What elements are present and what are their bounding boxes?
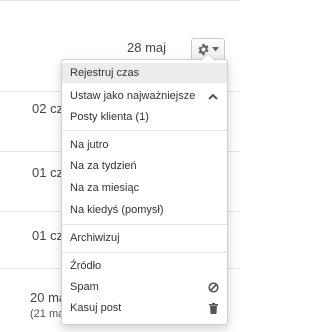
menu-item-client-posts[interactable]: Posty klienta (1) xyxy=(62,107,227,127)
post-date: 01 cz xyxy=(32,165,64,180)
chevron-up-icon xyxy=(207,90,219,102)
row-divider xyxy=(0,0,240,1)
menu-item-next-month[interactable]: Na za miesiąc xyxy=(62,178,227,198)
menu-item-label: Archiwizuj xyxy=(70,232,120,244)
post-date: 01 cz xyxy=(32,228,64,243)
menu-item-label: Posty klienta (1) xyxy=(70,111,149,123)
menu-item-register-time[interactable]: Rejestruj czas xyxy=(62,63,227,83)
post-list: 28 maj 02 cz 01 cz 01 cz 20 ma (21 ma Re… xyxy=(0,0,240,332)
menu-divider xyxy=(62,252,227,253)
ban-icon xyxy=(207,281,219,293)
menu-item-set-important[interactable]: Ustaw jako najważniejsze xyxy=(62,86,227,106)
caret-down-icon xyxy=(212,47,219,52)
menu-item-label: Na za tydzień xyxy=(70,160,137,172)
menu-item-label: Kasuj post xyxy=(70,302,122,314)
post-date: 28 maj xyxy=(127,40,167,55)
post-actions-menu: Rejestruj czas Ustaw jako najważniejsze … xyxy=(61,53,228,325)
post-date: 02 cz xyxy=(32,101,64,116)
post-subdate: (21 ma xyxy=(30,308,65,320)
menu-item-label: Na kiedyś (pomysł) xyxy=(70,204,164,216)
menu-item-label: Spam xyxy=(70,281,99,293)
menu-divider xyxy=(62,130,227,131)
menu-item-label: Ustaw jako najważniejsze xyxy=(70,90,196,102)
menu-item-next-week[interactable]: Na za tydzień xyxy=(62,156,227,176)
menu-item-label: Na za miesiąc xyxy=(70,182,140,194)
trash-icon xyxy=(207,302,219,314)
menu-item-label: Na jutro xyxy=(70,139,109,151)
menu-item-source[interactable]: Źródło xyxy=(62,256,227,276)
menu-divider xyxy=(62,224,227,225)
menu-pointer xyxy=(201,53,215,60)
menu-item-tomorrow[interactable]: Na jutro xyxy=(62,135,227,155)
menu-item-label: Źródło xyxy=(70,260,102,272)
menu-item-archive[interactable]: Archiwizuj xyxy=(62,228,227,248)
menu-item-label: Rejestruj czas xyxy=(70,67,140,79)
menu-item-someday[interactable]: Na kiedyś (pomysł) xyxy=(62,200,227,220)
menu-item-delete-post[interactable]: Kasuj post xyxy=(62,298,227,318)
menu-item-spam[interactable]: Spam xyxy=(62,277,227,297)
